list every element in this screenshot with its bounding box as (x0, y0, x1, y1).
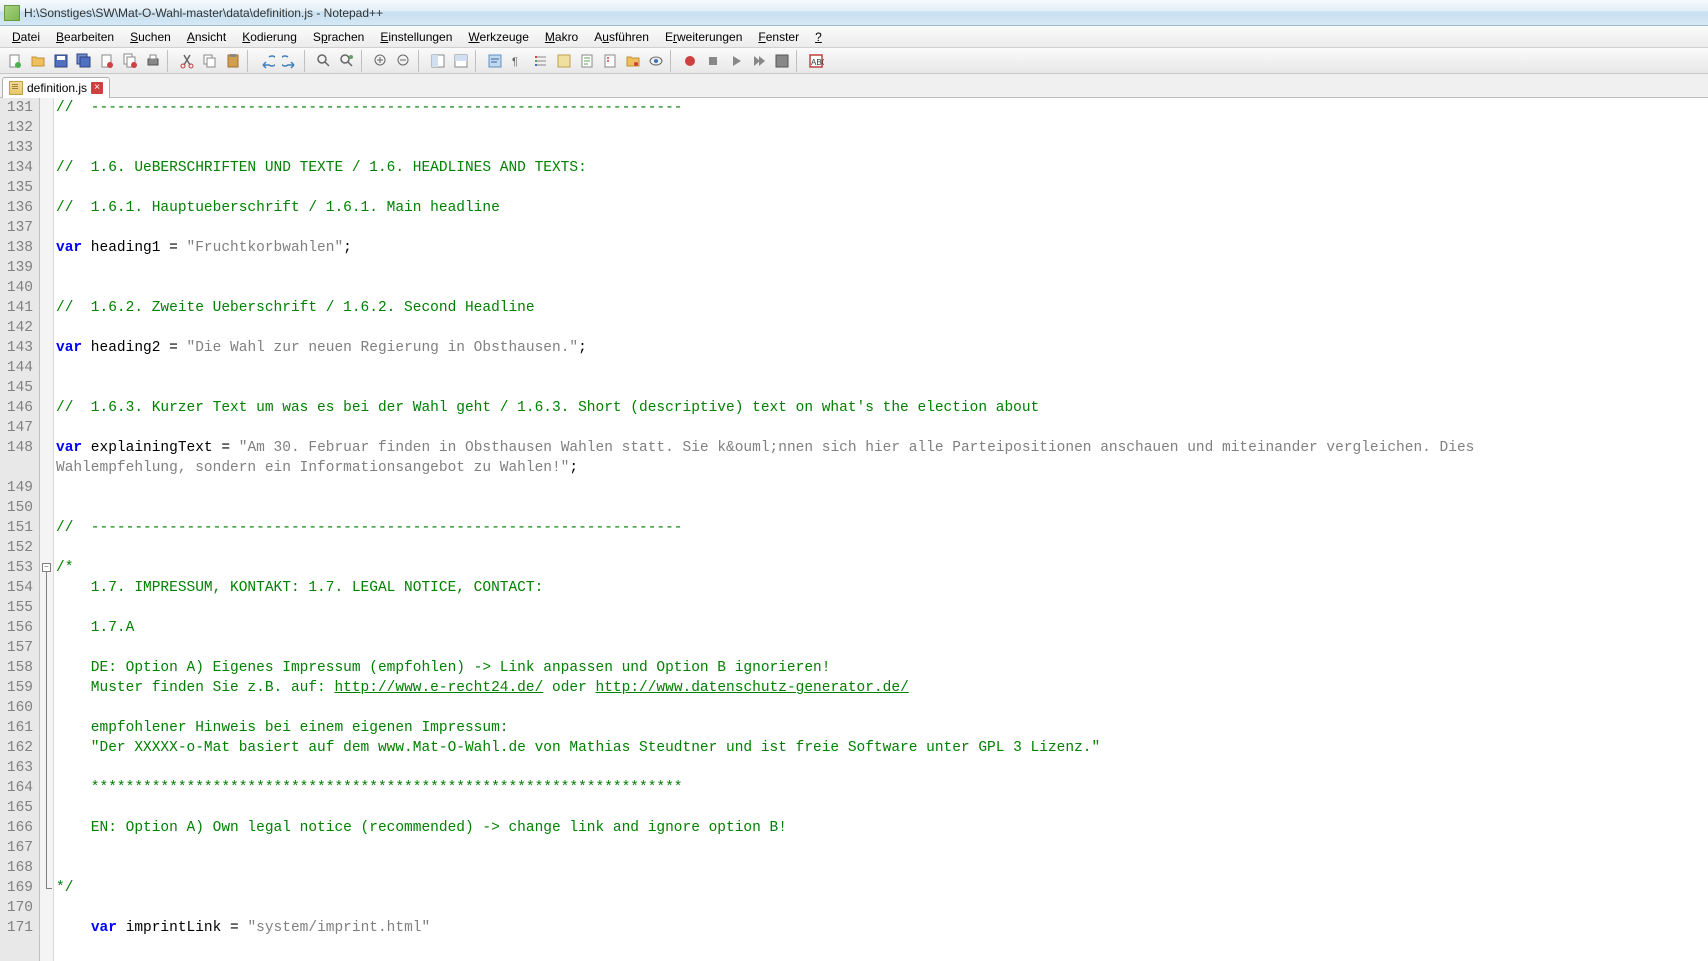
doc-map-button[interactable] (576, 50, 598, 72)
svg-text:¶: ¶ (512, 56, 518, 68)
play-button[interactable] (725, 50, 747, 72)
zoom-out-button[interactable] (393, 50, 415, 72)
monitoring-button[interactable] (645, 50, 667, 72)
close-all-button[interactable] (119, 50, 141, 72)
code-area[interactable]: // -------------------------------------… (54, 98, 1708, 961)
tab-label: definition.js (27, 81, 87, 95)
menu-ausfuehren[interactable]: Ausführen (586, 27, 657, 47)
svg-text:ABC: ABC (811, 58, 824, 67)
menu-einstellungen[interactable]: Einstellungen (372, 27, 460, 47)
menu-help[interactable]: ? (807, 27, 830, 47)
menu-makro[interactable]: Makro (537, 27, 586, 47)
sync-v-button[interactable] (427, 50, 449, 72)
menu-erweiterungen[interactable]: Erweiterungen (657, 27, 750, 47)
redo-button[interactable] (279, 50, 301, 72)
save-macro-button[interactable] (771, 50, 793, 72)
folder-button[interactable] (622, 50, 644, 72)
close-button[interactable] (96, 50, 118, 72)
stop-button[interactable] (702, 50, 724, 72)
menu-bearbeiten[interactable]: Bearbeiten (48, 27, 122, 47)
copy-button[interactable] (199, 50, 221, 72)
menu-suchen[interactable]: Suchen (122, 27, 179, 47)
menu-werkzeuge[interactable]: Werkzeuge (460, 27, 536, 47)
titlebar[interactable]: H:\Sonstiges\SW\Mat-O-Wahl-master\data\d… (0, 0, 1708, 26)
open-file-button[interactable] (27, 50, 49, 72)
tab-definition-js[interactable]: definition.js × (2, 77, 110, 98)
fold-toggle[interactable]: − (42, 563, 51, 572)
save-button[interactable] (50, 50, 72, 72)
sync-h-button[interactable] (450, 50, 472, 72)
menu-fenster[interactable]: Fenster (750, 27, 807, 47)
toolbar: ¶ ABC (0, 48, 1708, 74)
tab-close-button[interactable]: × (91, 82, 103, 94)
menu-sprachen[interactable]: Sprachen (305, 27, 372, 47)
record-button[interactable] (679, 50, 701, 72)
editor[interactable]: 1311321331341351361371381391401411421431… (0, 98, 1708, 961)
line-number-gutter: 1311321331341351361371381391401411421431… (0, 98, 40, 961)
window-title: H:\Sonstiges\SW\Mat-O-Wahl-master\data\d… (24, 6, 383, 20)
file-icon (9, 81, 23, 95)
zoom-in-button[interactable] (370, 50, 392, 72)
menubar: Datei Bearbeiten Suchen Ansicht Kodierun… (0, 26, 1708, 48)
play-multi-button[interactable] (748, 50, 770, 72)
tabbar: definition.js × (0, 74, 1708, 98)
save-all-button[interactable] (73, 50, 95, 72)
menu-datei[interactable]: Datei (4, 27, 48, 47)
app-icon (4, 5, 20, 21)
menu-ansicht[interactable]: Ansicht (179, 27, 234, 47)
user-lang-button[interactable] (553, 50, 575, 72)
replace-button[interactable] (336, 50, 358, 72)
new-file-button[interactable] (4, 50, 26, 72)
cut-button[interactable] (176, 50, 198, 72)
find-button[interactable] (313, 50, 335, 72)
menu-kodierung[interactable]: Kodierung (234, 27, 305, 47)
function-list-button[interactable] (599, 50, 621, 72)
indent-guide-button[interactable] (530, 50, 552, 72)
paste-button[interactable] (222, 50, 244, 72)
show-all-chars-button[interactable]: ¶ (507, 50, 529, 72)
fold-column[interactable]: − (40, 98, 54, 961)
print-button[interactable] (142, 50, 164, 72)
spellcheck-button[interactable]: ABC (805, 50, 827, 72)
wordwrap-button[interactable] (484, 50, 506, 72)
undo-button[interactable] (256, 50, 278, 72)
